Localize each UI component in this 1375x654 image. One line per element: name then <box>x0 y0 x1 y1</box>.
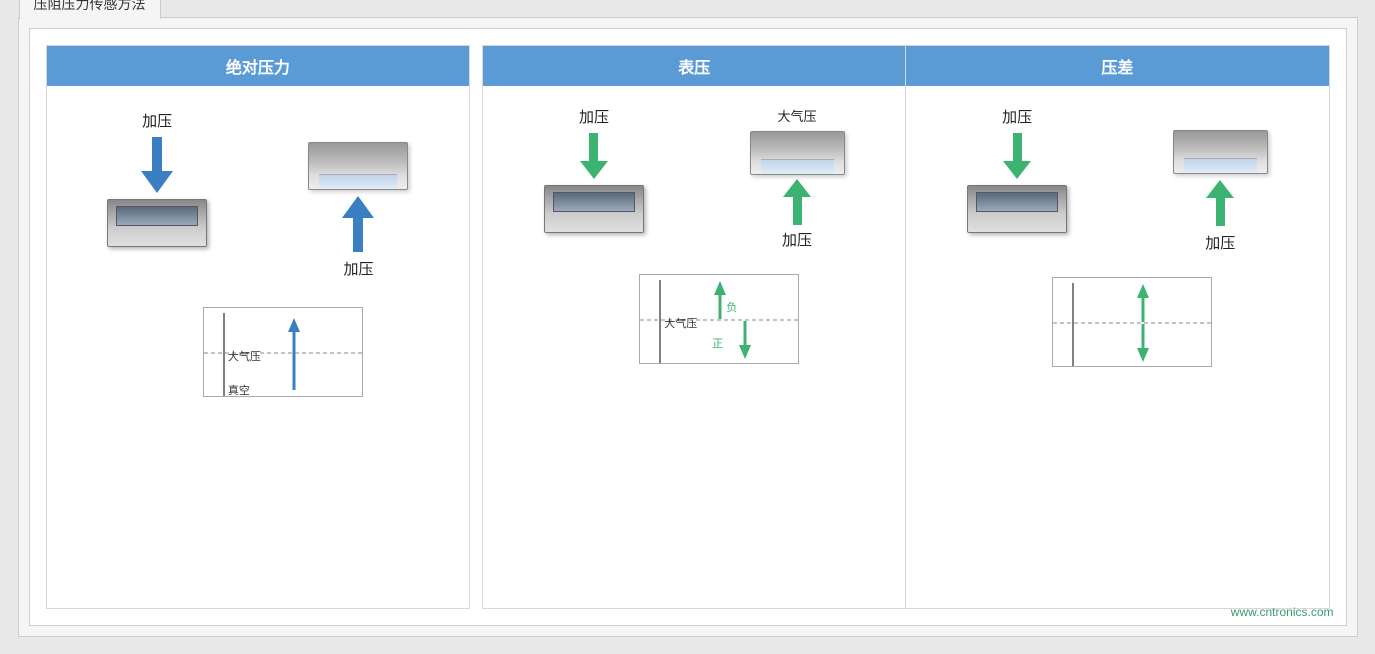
differential-pressure-header: 压差 <box>906 46 1328 86</box>
diff-device-left <box>967 185 1067 233</box>
gauge-pressure-header: 表压 <box>483 46 905 86</box>
gauge-right-col: 大气压 加压 <box>750 106 845 250</box>
diff-right-col: 加压 <box>1173 130 1268 253</box>
watermark: www.cntronics.com <box>1231 605 1334 619</box>
gauge-chart: 大气压 负 正 <box>639 274 799 364</box>
gauge-arrow-down <box>580 133 608 179</box>
gauge-arrow-up <box>783 179 811 225</box>
right-panels: 表压 加压 <box>482 45 1329 609</box>
abs-chart: 大气压 真空 <box>203 307 363 397</box>
diff-label-bottom: 加压 <box>1205 232 1235 253</box>
abs-label-top-left: 加压 <box>142 110 172 131</box>
page-title: 压阻压力传感方法 <box>34 0 146 12</box>
diff-device-right <box>1173 130 1268 174</box>
abs-left-col: 加压 <box>107 110 207 247</box>
gauge-device-right <box>750 131 845 175</box>
differential-pressure-body: 加压 <box>906 86 1328 608</box>
gauge-device-left <box>544 185 644 233</box>
differential-pressure-panel: 压差 加压 <box>906 46 1328 608</box>
gauge-pressure-body: 加压 大气压 <box>483 86 905 608</box>
outer-container: 压阻压力传感方法 绝对压力 加压 <box>18 17 1358 637</box>
gauge-atmo-label: 大气压 <box>778 106 817 125</box>
diff-chart <box>1052 277 1212 367</box>
gauge-left-col: 加压 <box>544 106 644 233</box>
gauge-label-top: 加压 <box>579 106 609 127</box>
abs-right-col: 加压 <box>308 110 408 279</box>
abs-chart-container: 大气压 真空 <box>203 297 363 397</box>
gauge-chart-negative-label: 负 <box>726 299 737 315</box>
diff-left-col: 加压 <box>967 106 1067 233</box>
main-wrapper: 绝对压力 加压 <box>29 28 1347 626</box>
diff-label-top: 加压 <box>1002 106 1032 127</box>
abs-arrow-up <box>342 196 374 252</box>
gauge-chart-atmo-label: 大气压 <box>664 315 697 331</box>
gauge-chart-positive-label: 正 <box>712 335 723 351</box>
absolute-pressure-header: 绝对压力 <box>47 46 470 86</box>
abs-device-left <box>107 199 207 247</box>
diff-chart-svg <box>1053 278 1213 368</box>
gauge-chart-container: 大气压 负 正 <box>639 264 799 364</box>
gauge-label-bottom: 加压 <box>782 229 812 250</box>
diff-arrow-up <box>1206 180 1234 226</box>
abs-arrow-down <box>141 137 173 193</box>
title-tab: 压阻压力传感方法 <box>19 0 161 19</box>
diff-chart-container <box>1052 267 1212 367</box>
absolute-pressure-panel: 绝对压力 加压 <box>46 45 471 609</box>
abs-device-right <box>308 142 408 190</box>
abs-chart-vacuum-label: 真空 <box>228 382 250 398</box>
diff-arrow-down <box>1003 133 1031 179</box>
abs-chart-atmo-label: 大气压 <box>228 348 261 364</box>
abs-label-bottom: 加压 <box>343 258 373 279</box>
absolute-pressure-body: 加压 <box>47 86 470 608</box>
gauge-pressure-panel: 表压 加压 <box>483 46 906 608</box>
